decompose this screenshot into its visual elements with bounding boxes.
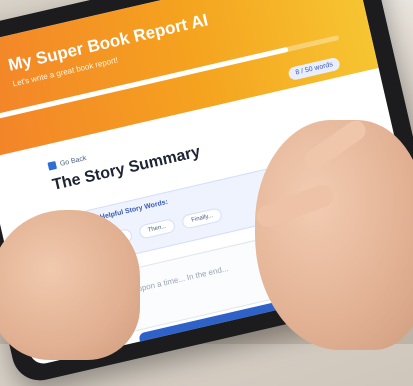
section-title: The Story Summary (50, 143, 202, 194)
go-back-button[interactable]: Go Back (47, 154, 87, 171)
go-back-label: Go Back (59, 154, 87, 168)
left-hand (0, 210, 140, 360)
word-chip-then[interactable]: Then... (137, 217, 177, 240)
helpful-words-label: Helpful Story Words: (99, 198, 169, 222)
rocket-icon (0, 62, 4, 87)
back-icon (47, 160, 58, 171)
word-chip-finally[interactable]: Finally... (181, 207, 224, 230)
